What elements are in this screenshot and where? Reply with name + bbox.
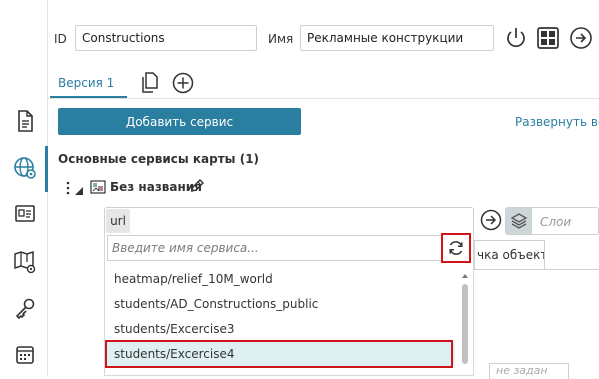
dropdown-scrollbar[interactable] [462, 284, 468, 364]
grid-icon[interactable] [536, 26, 560, 50]
tab-feature-card[interactable]: чка объекта [474, 240, 545, 270]
pencil-icon[interactable] [190, 179, 204, 193]
tab-version-1[interactable]: Версия 1 [58, 76, 114, 90]
selection-highlight [105, 340, 453, 368]
list-item[interactable]: heatmap/relief_10M_world [105, 267, 455, 291]
power-icon[interactable] [504, 26, 528, 50]
tab-divider [545, 240, 599, 270]
grid-calendar-icon[interactable] [12, 342, 38, 368]
drag-handle-icon[interactable] [66, 181, 70, 195]
url-tag: url [106, 209, 130, 233]
add-circle-icon[interactable] [172, 72, 194, 94]
layer-name: Без названия [110, 180, 202, 194]
map-settings-icon[interactable] [12, 249, 38, 275]
service-search-placeholder: Введите имя сервиса... [112, 241, 259, 255]
key-icon[interactable] [12, 295, 38, 321]
tabs-divider [48, 98, 599, 99]
add-service-button[interactable]: Добавить сервис [58, 108, 301, 135]
arrow-right-circle-icon[interactable] [569, 26, 593, 50]
refresh-button[interactable] [441, 233, 471, 263]
arrow-right-circle-icon[interactable] [480, 209, 502, 231]
refresh-icon [449, 241, 463, 255]
list-item[interactable]: students/Excercise3 [105, 317, 455, 341]
id-field[interactable]: Constructions [75, 25, 257, 51]
scroll-up-icon[interactable] [462, 268, 468, 278]
id-label: ID [54, 32, 67, 46]
layers-placeholder: Слои [540, 215, 572, 229]
id-card-icon[interactable] [12, 201, 38, 227]
layers-icon [506, 208, 532, 234]
url-input[interactable] [104, 207, 474, 235]
name-label: Имя [268, 32, 294, 46]
document-icon[interactable] [12, 108, 38, 134]
background-field: не задан [489, 363, 569, 379]
collapse-triangle-icon[interactable] [75, 184, 84, 195]
section-title: Основные сервисы карты (1) [58, 152, 260, 166]
expand-all-link[interactable]: Развернуть во [515, 115, 599, 129]
name-field[interactable]: Рекламные конструкции [300, 25, 494, 51]
copy-icon[interactable] [140, 72, 160, 94]
map-layer-icon [90, 180, 106, 194]
globe-settings-icon[interactable] [12, 155, 38, 181]
list-item[interactable]: students/AD_Constructions_public [105, 292, 455, 316]
sidebar-active-indicator [45, 146, 48, 192]
